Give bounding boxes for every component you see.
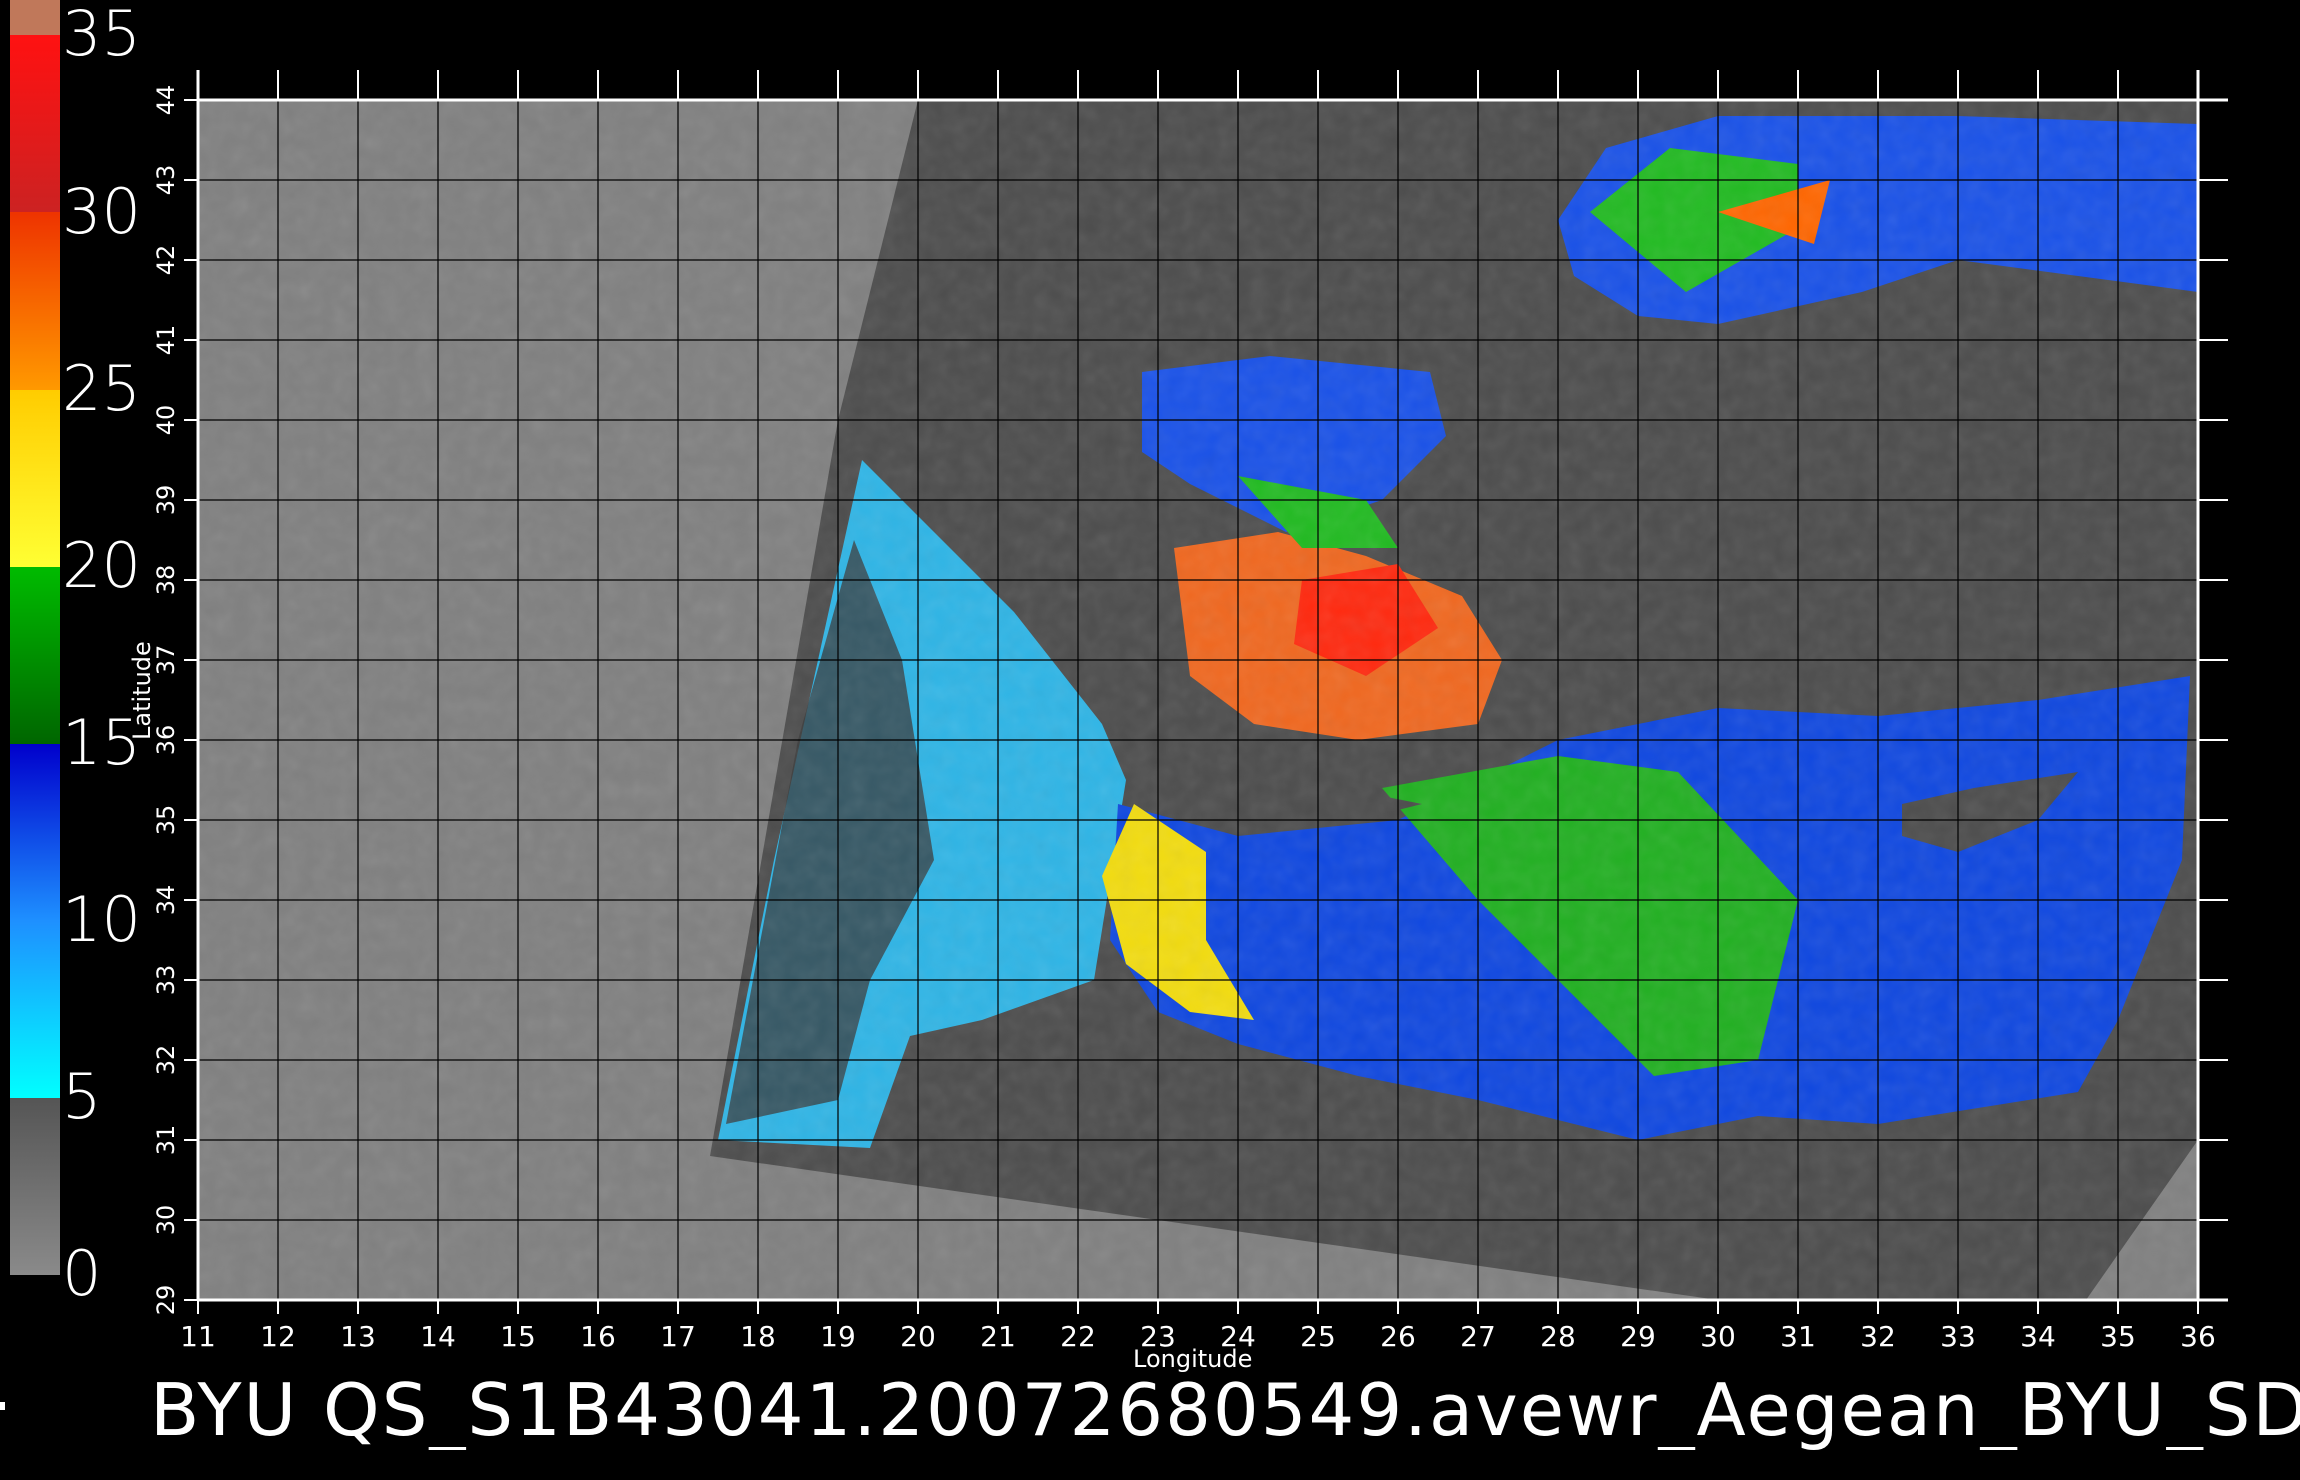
y-tick-label: 36: [152, 725, 180, 756]
x-tick-label: 25: [1300, 1320, 1336, 1353]
y-tick-label: 32: [152, 1045, 180, 1076]
x-tick-label: 33: [1940, 1320, 1976, 1353]
x-tick-label: 35: [2100, 1320, 2136, 1353]
y-tick-label: 31: [152, 1125, 180, 1156]
x-tick-label: 31: [1780, 1320, 1816, 1353]
y-tick-label: 37: [152, 645, 180, 676]
x-tick-label: 26: [1380, 1320, 1416, 1353]
x-tick-label: 22: [1060, 1320, 1096, 1353]
x-tick-label: 29: [1620, 1320, 1656, 1353]
x-tick-label: 27: [1460, 1320, 1496, 1353]
x-tick-label: 15: [500, 1320, 536, 1353]
x-tick-label: 19: [820, 1320, 856, 1353]
y-tick-label: 40: [152, 405, 180, 436]
y-tick-label: 41: [152, 325, 180, 356]
x-tick-label: 36: [2180, 1320, 2216, 1353]
y-tick-label: 42: [152, 245, 180, 276]
x-tick-label: 30: [1700, 1320, 1736, 1353]
wind-speed-field: [198, 100, 2198, 1300]
y-tick-label: 44: [152, 85, 180, 116]
x-tick-label: 21: [980, 1320, 1016, 1353]
y-tick-label: 38: [152, 565, 180, 596]
x-tick-label: 16: [580, 1320, 616, 1353]
x-tick-label: 34: [2020, 1320, 2056, 1353]
x-tick-label: 18: [740, 1320, 776, 1353]
y-tick-label: 43: [152, 165, 180, 196]
x-axis-title: Longitude: [1133, 1345, 1253, 1373]
x-tick-label: 13: [340, 1320, 376, 1353]
y-tick-label: 39: [152, 485, 180, 516]
x-tick-label: 17: [660, 1320, 696, 1353]
y-tick-label: 34: [152, 885, 180, 916]
x-tick-label: 12: [260, 1320, 296, 1353]
wind-vector-texture: [198, 100, 2198, 1300]
image-title: BYU QS_S1B43041.20072680549.avewr_Aegean…: [150, 1370, 2300, 1450]
y-tick-label: 33: [152, 965, 180, 996]
x-tick-label: 20: [900, 1320, 936, 1353]
x-tick-label: 28: [1540, 1320, 1576, 1353]
y-tick-label: 35: [152, 805, 180, 836]
y-axis-title: Latitude: [128, 641, 156, 740]
x-tick-label: 11: [180, 1320, 216, 1353]
x-tick-label: 14: [420, 1320, 456, 1353]
edge-mark: [0, 1402, 5, 1410]
y-tick-label: 30: [152, 1205, 180, 1236]
x-tick-label: 32: [1860, 1320, 1896, 1353]
y-tick-label: 29: [152, 1285, 180, 1316]
wind-map-plot: 11 12 13 14 15 16 17 18 19 20 21 22 23 24 25 26 27 28 29 30…: [152, 70, 2228, 1353]
